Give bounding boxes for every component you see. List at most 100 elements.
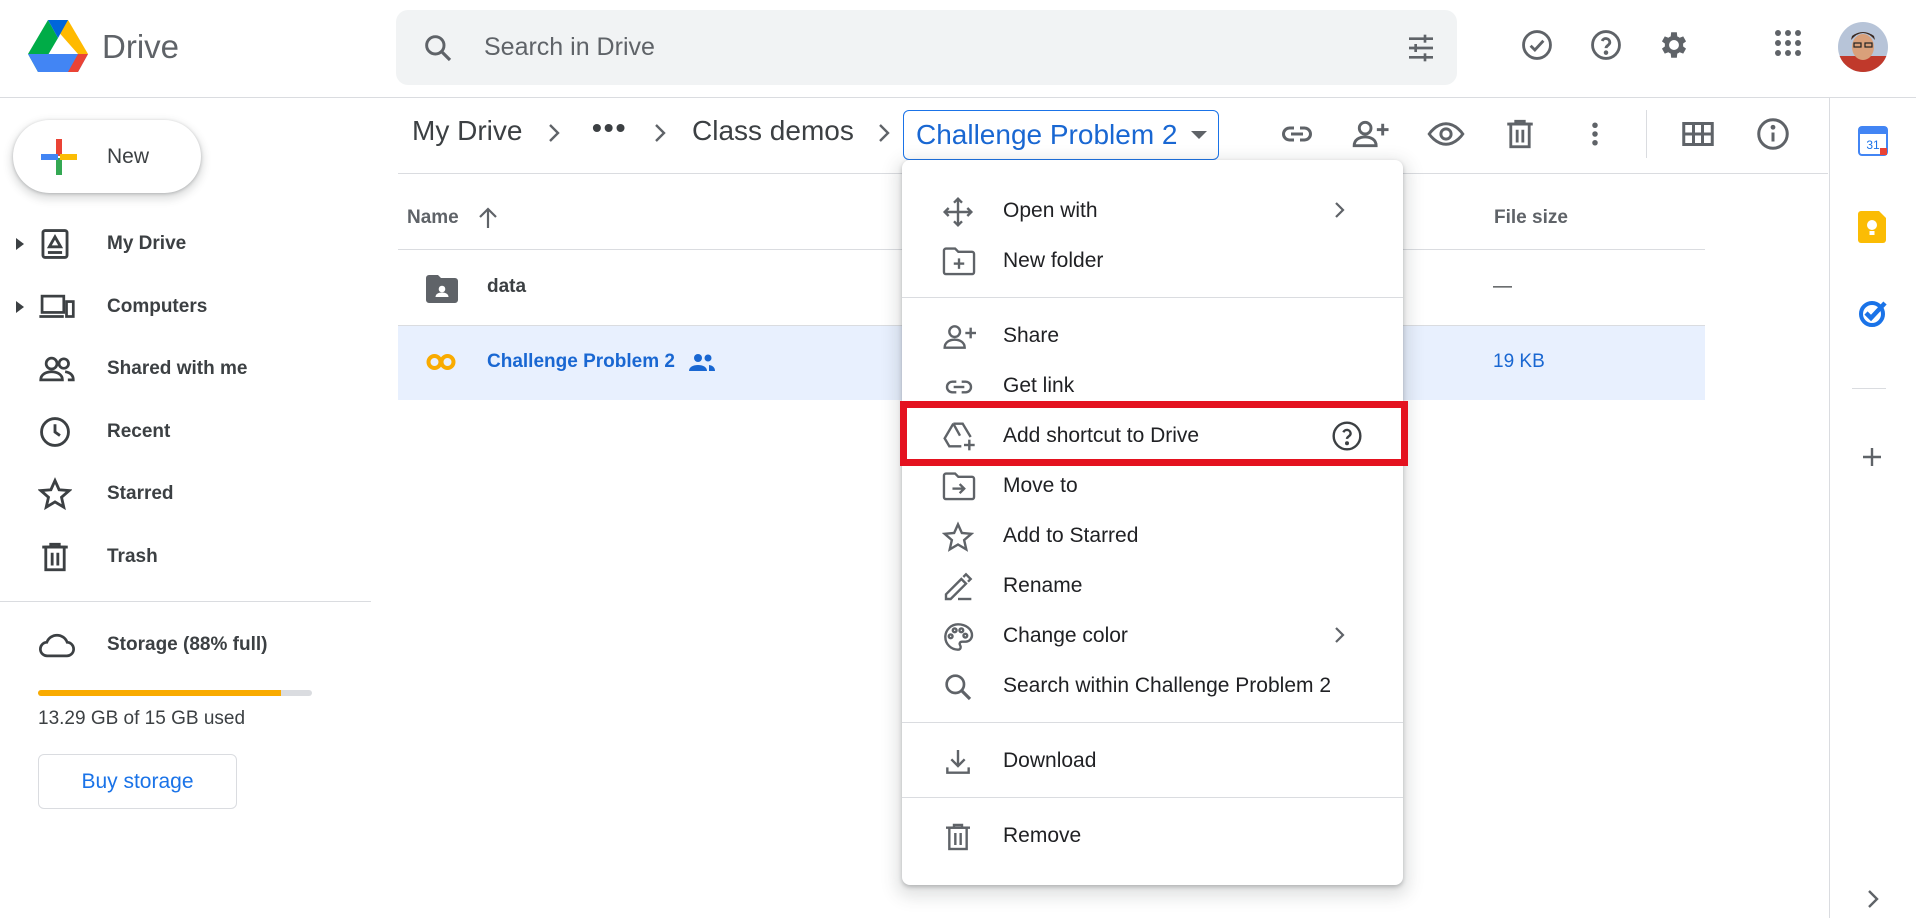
rename-pencil-icon — [944, 572, 973, 601]
share-add-person-icon — [943, 325, 976, 349]
calendar-icon[interactable]: 31 — [1858, 126, 1888, 156]
link-icon — [945, 380, 973, 394]
search-icon[interactable] — [422, 32, 454, 64]
avatar[interactable] — [1838, 22, 1888, 72]
trash-icon[interactable] — [1503, 116, 1537, 152]
search-options-icon[interactable] — [1405, 32, 1437, 64]
context-menu: Open with New folder Share Get link Add … — [902, 160, 1403, 885]
add-icon[interactable] — [1858, 443, 1886, 471]
menu-divider — [902, 722, 1403, 723]
file-name: Challenge Problem 2 — [487, 351, 675, 372]
top-bar: Drive — [0, 0, 1916, 98]
column-header-file-size[interactable]: File size — [1494, 207, 1568, 229]
menu-item-label: Download — [1003, 749, 1097, 772]
highlight-box — [900, 401, 1408, 466]
side-panel-rail: 31 — [1829, 98, 1916, 918]
menu-item-add-to-starred[interactable]: Add to Starred — [902, 511, 1403, 561]
grid-view-icon[interactable] — [1680, 116, 1716, 152]
expand-caret-icon[interactable] — [14, 300, 26, 314]
file-size: — — [1493, 276, 1512, 297]
sidebar-item-computers[interactable]: Computers — [0, 281, 370, 333]
more-vert-icon[interactable] — [1580, 116, 1610, 152]
drive-logo-icon — [28, 20, 88, 72]
keep-icon[interactable] — [1858, 211, 1888, 243]
preview-eye-icon[interactable] — [1427, 116, 1465, 152]
storage-progress-fill — [38, 690, 281, 696]
search-input[interactable] — [484, 24, 1284, 70]
trash-icon — [42, 542, 68, 572]
colab-icon — [426, 354, 456, 370]
info-icon[interactable] — [1755, 116, 1791, 152]
storage-progress-bar — [38, 690, 312, 696]
sidebar-item-label: Recent — [107, 421, 171, 442]
menu-item-label: Remove — [1003, 824, 1082, 847]
chevron-right-icon — [879, 124, 890, 142]
sidebar-item-shared-with-me[interactable]: Shared with me — [0, 343, 370, 395]
computer-icon — [39, 294, 75, 318]
menu-divider — [902, 297, 1403, 298]
menu-item-share[interactable]: Share — [902, 311, 1403, 361]
menu-item-search-within[interactable]: Search within Challenge Problem 2 — [902, 661, 1403, 711]
my-drive-icon — [41, 229, 69, 259]
sidebar-item-trash[interactable]: Trash — [0, 531, 370, 583]
menu-item-download[interactable]: Download — [902, 736, 1403, 786]
menu-item-label: Search within Challenge Problem 2 — [1003, 674, 1332, 697]
expand-caret-icon[interactable] — [14, 237, 26, 251]
tasks-icon[interactable] — [1858, 298, 1888, 328]
search-bar[interactable] — [396, 10, 1457, 85]
chevron-right-icon — [1335, 627, 1345, 643]
dropdown-arrow-icon — [1191, 131, 1207, 139]
link-icon[interactable] — [1279, 116, 1315, 152]
storage-label[interactable]: Storage (88% full) — [107, 634, 267, 656]
menu-item-label: New folder — [1003, 249, 1104, 272]
menu-item-label: Change color — [1003, 624, 1128, 647]
menu-item-change-color[interactable]: Change color — [902, 611, 1403, 661]
new-button[interactable]: New — [13, 120, 201, 193]
chevron-right-icon[interactable] — [1866, 888, 1880, 910]
move-to-folder-icon — [942, 472, 976, 501]
menu-divider — [902, 797, 1403, 798]
breadcrumb-my-drive[interactable]: My Drive — [412, 115, 522, 147]
plus-icon — [41, 138, 77, 175]
menu-item-label: Share — [1003, 324, 1060, 347]
menu-item-move-to[interactable]: Move to — [902, 461, 1403, 511]
shared-people-icon — [689, 354, 715, 371]
toolbar-divider — [1646, 110, 1647, 158]
menu-item-remove[interactable]: Remove — [902, 811, 1403, 861]
storage-used-text: 13.29 GB of 15 GB used — [38, 708, 246, 729]
trash-icon — [946, 823, 970, 851]
sidebar-item-label: Trash — [107, 546, 158, 567]
chevron-right-icon — [549, 124, 560, 142]
sidebar-divider — [0, 601, 371, 602]
menu-item-open-with[interactable]: Open with — [902, 186, 1403, 236]
sidebar-item-starred[interactable]: Starred — [0, 468, 370, 520]
sidebar-item-my-drive[interactable]: My Drive — [0, 218, 370, 270]
apps-grid-icon[interactable] — [1773, 28, 1803, 58]
calendar-day: 31 — [1866, 138, 1880, 152]
help-icon[interactable] — [1589, 28, 1623, 62]
share-add-person-icon[interactable] — [1352, 116, 1390, 152]
sidebar-item-label: Shared with me — [107, 358, 248, 379]
menu-item-label: Open with — [1003, 199, 1098, 222]
sidebar-item-label: Computers — [107, 296, 208, 317]
breadcrumb-class-demos[interactable]: Class demos — [692, 115, 854, 147]
sort-arrow-up-icon[interactable] — [477, 206, 499, 230]
breadcrumb-current-label: Challenge Problem 2 — [916, 119, 1178, 150]
people-icon — [39, 356, 75, 382]
sidebar-item-label: Starred — [107, 483, 174, 504]
ready-for-offline-icon[interactable] — [1520, 28, 1554, 62]
breadcrumb-current-folder[interactable]: Challenge Problem 2 — [903, 110, 1219, 160]
rail-divider — [1852, 388, 1886, 389]
new-folder-icon — [942, 247, 976, 276]
download-icon — [946, 750, 970, 774]
column-header-name[interactable]: Name — [407, 207, 459, 229]
menu-item-new-folder[interactable]: New folder — [902, 236, 1403, 286]
chevron-right-icon — [1335, 202, 1345, 218]
sidebar-item-recent[interactable]: Recent — [0, 406, 370, 458]
settings-gear-icon[interactable] — [1657, 28, 1691, 62]
menu-item-rename[interactable]: Rename — [902, 561, 1403, 611]
drive-logo[interactable]: Drive — [28, 20, 179, 74]
buy-storage-button[interactable]: Buy storage — [38, 754, 237, 809]
breadcrumb-more[interactable]: ••• — [592, 112, 627, 144]
star-icon — [38, 477, 72, 511]
